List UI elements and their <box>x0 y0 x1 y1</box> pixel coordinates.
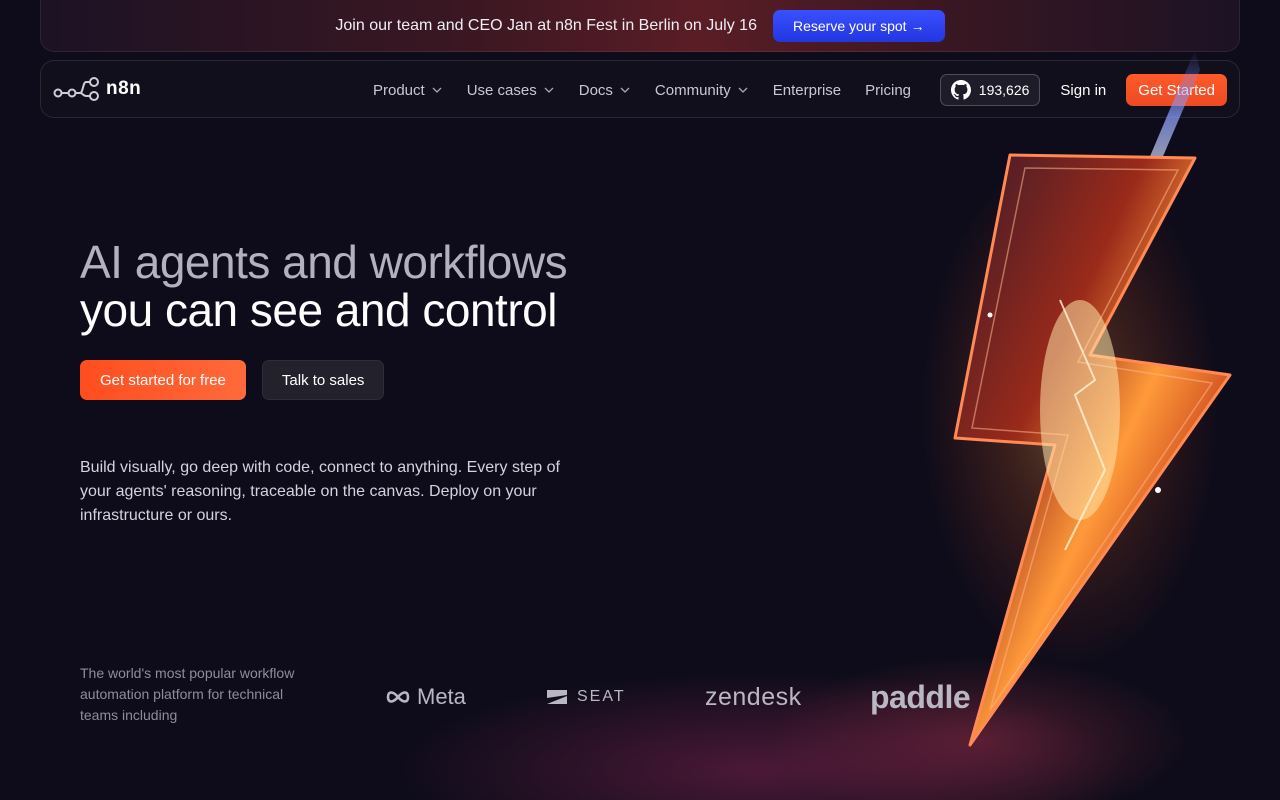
meta-infinity-icon <box>386 691 410 703</box>
seat-emblem-icon <box>547 690 567 704</box>
seat-logo-text: SEAT <box>577 688 626 705</box>
nav-item-label: Community <box>654 81 731 99</box>
hero-description: Build visually, go deep with code, conne… <box>80 459 560 524</box>
nav-menu: Product Use cases Docs Community Enterpr… <box>373 61 911 119</box>
hero-cta-row: Get started for free Talk to sales <box>80 360 385 400</box>
reserve-spot-button[interactable]: Reserve your spot → <box>772 9 945 42</box>
meta-logo: Meta <box>385 684 525 710</box>
customer-logos: Meta SEAT zendesk paddle <box>385 672 971 722</box>
nav-item-enterprise[interactable]: Enterprise <box>773 82 841 99</box>
nav-item-label: Product <box>373 81 425 99</box>
chevron-down-icon <box>432 87 442 93</box>
meta-logo-text: Meta <box>417 684 466 709</box>
hero-title-line1: AI agents and workflows <box>80 236 568 288</box>
arrow-right-icon: → <box>910 17 925 34</box>
paddle-logo-text: paddle <box>870 678 971 715</box>
announcement-banner: Join our team and CEO Jan at n8n Fest in… <box>40 0 1240 52</box>
get-started-free-button[interactable]: Get started for free <box>80 360 246 400</box>
nav-item-label: Docs <box>578 81 613 99</box>
talk-to-sales-button[interactable]: Talk to sales <box>261 360 385 400</box>
reserve-spot-label: Reserve your spot <box>792 17 907 34</box>
zendesk-logo-text: zendesk <box>705 682 802 711</box>
banner-text: Join our team and CEO Jan at n8n Fest in… <box>335 16 757 34</box>
nav-item-community[interactable]: Community <box>655 82 749 99</box>
paddle-logo: paddle <box>870 678 971 716</box>
n8n-logo-icon <box>53 77 99 101</box>
hero-title-line2: you can see and control <box>80 284 557 336</box>
nav-item-label: Use cases <box>466 81 537 99</box>
lightning-bolt-illustration <box>920 50 1232 747</box>
trusted-by-text: The world's most popular workflow automa… <box>80 665 295 723</box>
nav-item-docs[interactable]: Docs <box>579 82 631 99</box>
chevron-down-icon <box>738 87 748 93</box>
n8n-logo[interactable]: n8n <box>53 75 141 103</box>
hero-title: AI agents and workflows you can see and … <box>80 238 700 334</box>
chevron-down-icon <box>544 87 554 93</box>
zendesk-logo: zendesk <box>705 683 870 712</box>
chevron-down-icon <box>620 87 630 93</box>
nav-item-use-cases[interactable]: Use cases <box>467 82 555 99</box>
seat-logo: SEAT <box>545 687 705 707</box>
nav-item-product[interactable]: Product <box>373 82 443 99</box>
logo-text: n8n <box>106 78 142 99</box>
nav-item-label: Enterprise <box>772 81 842 99</box>
page: Join our team and CEO Jan at n8n Fest in… <box>0 0 1280 800</box>
